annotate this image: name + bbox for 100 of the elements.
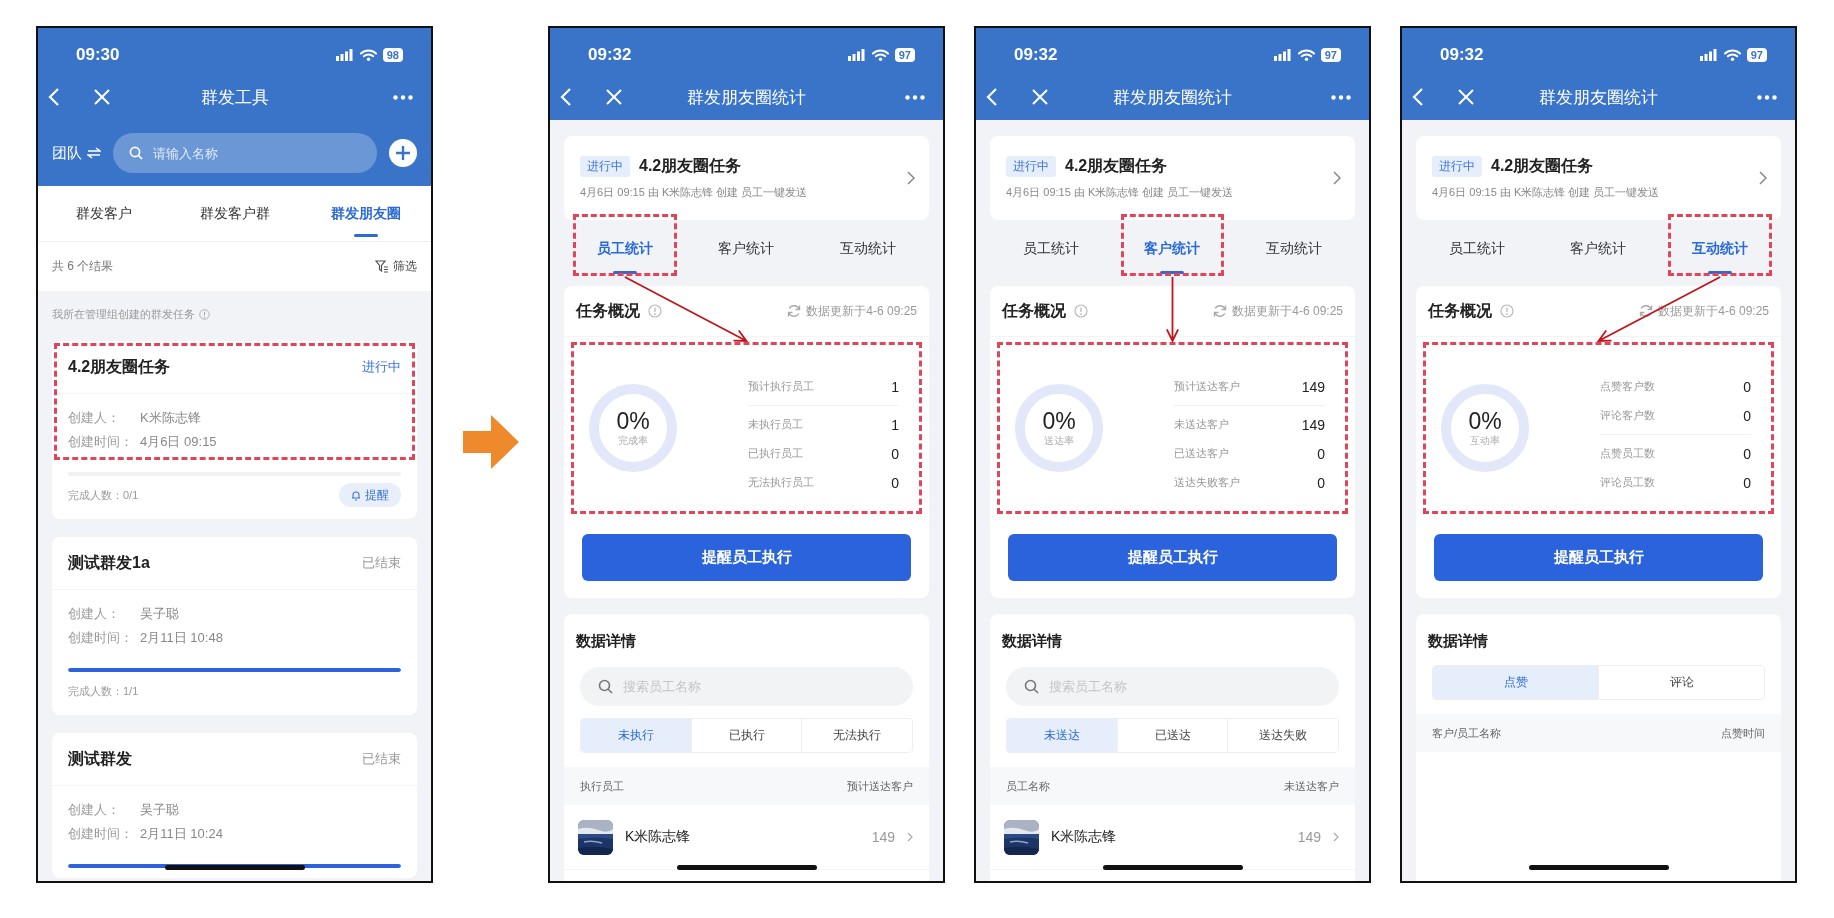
creator-name: 吴子聪 [140,801,179,819]
column-header: 未送达客户 [1284,778,1339,794]
tab[interactable]: 互动统计 [1659,220,1781,278]
wifi-icon [1297,49,1315,61]
more-icon[interactable] [905,94,925,100]
column-header: 客户/员工名称 [1432,725,1502,741]
section-title: 数据详情 [575,631,637,651]
close-icon[interactable] [1458,89,1474,105]
more-icon[interactable] [1757,94,1777,100]
column-header: 点赞时间 [1721,725,1765,741]
filter-icon [375,260,389,273]
task-summary-card[interactable]: 进行中 4.2朋友圈任务 4月6日 09:15 由 K米陈志锋 创建 员工一键发送 [1416,136,1781,220]
rate-label: 互动率 [1470,434,1500,448]
more-icon[interactable] [393,94,413,100]
segment-tab[interactable]: 评论 [1598,666,1764,699]
filter-button[interactable]: 筛选 [375,258,417,275]
tab[interactable]: 群发朋友圈 [300,186,431,241]
back-icon[interactable] [48,87,60,107]
task-status: 进行中 [362,358,401,376]
rate-label: 送达率 [1044,434,1074,448]
task-status: 已结束 [362,750,401,768]
page-title: 群发工具 [199,86,270,109]
battery-level: 98 [382,48,403,62]
search-field[interactable]: 请输入名称 [113,133,377,173]
info-icon [199,309,210,320]
back-icon[interactable] [560,87,572,107]
tab[interactable]: 群发客户 [38,186,169,241]
tab[interactable]: 互动统计 [807,220,929,278]
close-icon[interactable] [606,89,622,105]
segment-tab[interactable]: 送达失败 [1227,719,1338,752]
wifi-icon [359,49,377,61]
remind-button[interactable]: 提醒员工执行 [1434,534,1763,581]
chevron-right-icon [1333,171,1341,185]
tab[interactable]: 群发客户群 [169,186,300,241]
tab[interactable]: 员工统计 [564,220,686,278]
tab[interactable]: 互动统计 [1233,220,1355,278]
tab[interactable]: 员工统计 [1416,220,1538,278]
task-title: 测试群发 [68,748,132,769]
signal-icon [847,49,866,61]
task-card[interactable]: 测试群发1a 已结束 创建人： 吴子聪 创建时间： 2月11日 10:48 完成人数：1/1 [52,537,417,715]
close-icon[interactable] [1032,89,1048,105]
row-value: 149 [1297,829,1321,845]
stat-label: 评论员工数 [1600,475,1655,490]
stat-value: 0 [1743,445,1751,462]
creator-name: K米陈志锋 [140,409,201,427]
employee-name: K米陈志锋 [1051,828,1118,846]
status-badge: 进行中 [1006,156,1056,177]
section-title: 任务概况 [576,300,640,321]
rate-label: 完成率 [618,434,648,448]
section-title: 数据详情 [1001,631,1063,651]
remind-button[interactable]: 提醒员工执行 [1008,534,1337,581]
refresh-icon[interactable] [1639,304,1654,318]
status-time: 09:32 [1014,45,1058,65]
task-status: 已结束 [362,554,401,572]
remind-button[interactable]: 提醒员工执行 [582,534,911,581]
column-header: 员工名称 [1006,778,1050,794]
update-time: 数据更新于4-6 09:25 [1232,302,1343,320]
segment-tab[interactable]: 未执行 [581,719,691,752]
page-title: 群发朋友圈统计 [1538,86,1659,109]
stat-label: 已执行员工 [748,446,803,461]
segment-tab[interactable]: 点赞 [1433,666,1598,699]
annotation-arrow [1165,276,1180,344]
remind-button[interactable]: 提醒 [339,483,401,507]
segment-tab[interactable]: 未送达 [1007,719,1117,752]
stat-label: 点赞客户数 [1600,379,1655,394]
stat-value: 0 [1743,407,1751,424]
close-icon[interactable] [94,89,110,105]
back-icon[interactable] [1412,87,1424,107]
add-icon[interactable] [389,139,417,167]
status-time: 09:30 [76,45,120,65]
task-summary-card[interactable]: 进行中 4.2朋友圈任务 4月6日 09:15 由 K米陈志锋 创建 员工一键发送 [564,136,929,220]
page-title: 群发朋友圈统计 [686,86,807,109]
employee-name: K米陈志锋 [625,828,692,846]
rate-value: 0% [1042,408,1076,434]
row-value: 149 [871,829,895,845]
time-label: 创建时间： [68,629,134,647]
tab[interactable]: 客户统计 [1537,220,1660,278]
stat-value: 0 [1317,445,1325,462]
task-meta: 4月6日 09:15 由 K米陈志锋 创建 员工一键发送 [1432,185,1660,200]
search-input[interactable]: 请输入名称 [151,144,361,162]
creator-name: 吴子聪 [140,605,179,623]
flow-arrow [462,415,519,469]
team-label[interactable]: 团队 [52,143,82,163]
segment-tab[interactable]: 无法执行 [801,719,912,752]
task-title: 4.2朋友圈任务 [639,156,742,176]
tab[interactable]: 员工统计 [990,220,1112,278]
swap-icon[interactable] [87,147,101,159]
tab[interactable]: 客户统计 [1111,220,1234,278]
task-card[interactable]: 测试群发 已结束 创建人： 吴子聪 创建时间： 2月11日 10:24 [52,733,417,878]
search-icon [598,679,613,694]
time-label: 创建时间： [68,433,134,451]
search-icon [129,146,143,160]
page-title: 群发朋友圈统计 [1112,86,1233,109]
status-badge: 进行中 [580,156,630,177]
stat-value: 1 [891,416,899,433]
tab[interactable]: 客户统计 [685,220,808,278]
more-icon[interactable] [1331,94,1351,100]
task-card[interactable]: 4.2朋友圈任务 进行中 创建人： K米陈志锋 创建时间： 4月6日 09:15 完成人数：0/1 提醒 [52,341,417,519]
back-icon[interactable] [986,87,998,107]
task-summary-card[interactable]: 进行中 4.2朋友圈任务 4月6日 09:15 由 K米陈志锋 创建 员工一键发送 [990,136,1355,220]
